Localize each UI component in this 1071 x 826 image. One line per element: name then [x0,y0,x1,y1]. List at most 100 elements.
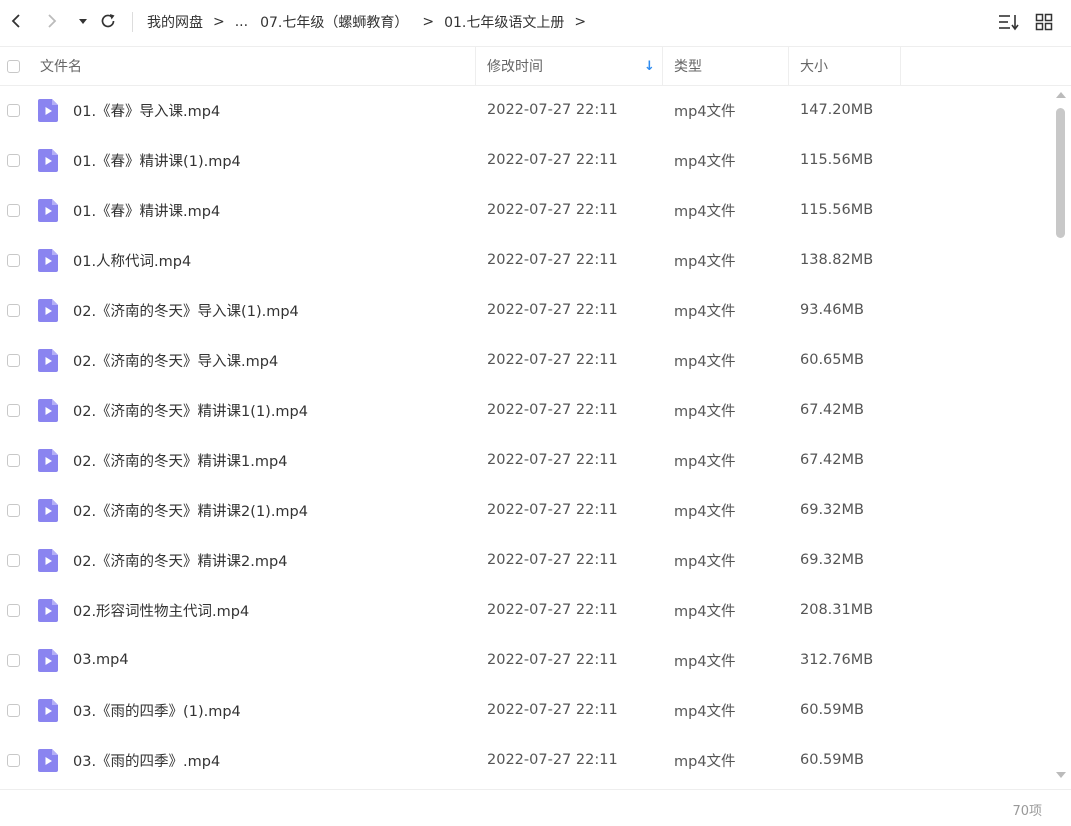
file-row[interactable]: 03.《雨的四季》.mp4 2022-07-27 22:11 mp4文件 60.… [0,735,1050,785]
file-size: 115.56MB [800,152,874,168]
breadcrumb-current-folder[interactable]: 01.七年级语文上册 [444,12,564,32]
file-row[interactable]: 03.mp4 2022-07-27 22:11 mp4文件 312.76MB [0,635,1050,685]
file-name[interactable]: 02.形容词性物主代词.mp4 [73,585,249,635]
row-checkbox[interactable] [7,585,20,635]
row-checkbox[interactable] [7,85,20,135]
checkbox-icon[interactable] [7,753,20,767]
vertical-scrollbar[interactable] [1053,88,1067,784]
file-row[interactable]: 01.《春》导入课.mp4 2022-07-27 22:11 mp4文件 147… [0,85,1050,135]
checkbox-icon[interactable] [7,253,20,267]
header-name[interactable]: 文件名 [40,47,475,85]
file-row[interactable]: 01.《春》精讲课(1).mp4 2022-07-27 22:11 mp4文件 … [0,135,1050,185]
file-name[interactable]: 03.《雨的四季》(1).mp4 [73,685,241,735]
video-file-icon [38,635,58,685]
video-file-icon [38,485,58,535]
file-type: mp4文件 [674,403,736,420]
breadcrumb-ellipsis[interactable]: ... [235,14,248,30]
file-name[interactable]: 02.《济南的冬天》精讲课2.mp4 [73,535,287,585]
row-checkbox[interactable] [7,685,20,735]
refresh-icon[interactable] [96,9,120,33]
video-file-icon [38,185,58,235]
checkbox-icon[interactable] [7,503,20,517]
checkbox-icon[interactable] [7,553,20,567]
row-checkbox[interactable] [7,335,20,385]
file-modified-time: 2022-07-27 22:11 [487,302,618,318]
breadcrumb-separator: > [213,14,225,30]
column-divider[interactable] [475,47,476,85]
header-size-label: 大小 [800,59,828,75]
file-name[interactable]: 01.《春》精讲课.mp4 [73,185,220,235]
checkbox-icon[interactable] [7,653,20,667]
select-all-checkbox[interactable] [7,47,20,85]
file-row[interactable]: 02.《济南的冬天》导入课.mp4 2022-07-27 22:11 mp4文件… [0,335,1050,385]
header-modified[interactable]: 修改时间 ↓ [487,47,662,85]
row-checkbox[interactable] [7,635,20,685]
checkbox-icon[interactable] [7,353,20,367]
file-modified-time: 2022-07-27 22:11 [487,252,618,268]
file-row[interactable]: 03.《雨的四季》(1).mp4 2022-07-27 22:11 mp4文件 … [0,685,1050,735]
file-name[interactable]: 02.《济南的冬天》精讲课1.mp4 [73,435,287,485]
checkbox-icon[interactable] [7,603,20,617]
column-divider[interactable] [900,47,901,85]
file-row[interactable]: 01.人称代词.mp4 2022-07-27 22:11 mp4文件 138.8… [0,235,1050,285]
header-size[interactable]: 大小 [800,47,900,85]
column-divider[interactable] [662,47,663,85]
file-row[interactable]: 02.《济南的冬天》精讲课1.mp4 2022-07-27 22:11 mp4文… [0,435,1050,485]
scroll-down-icon[interactable] [1056,772,1066,778]
video-file-icon [38,385,58,435]
file-modified-time: 2022-07-27 22:11 [487,602,618,618]
grid-view-icon[interactable] [1032,10,1056,34]
checkbox-icon[interactable] [7,453,20,467]
file-row[interactable]: 02.《济南的冬天》精讲课2.mp4 2022-07-27 22:11 mp4文… [0,535,1050,585]
file-size: 69.32MB [800,502,864,518]
file-modified-time: 2022-07-27 22:11 [487,752,618,768]
video-file-icon [38,135,58,185]
row-checkbox[interactable] [7,235,20,285]
row-checkbox[interactable] [7,535,20,585]
file-name[interactable]: 01.《春》导入课.mp4 [73,85,220,135]
checkbox-icon[interactable] [7,153,20,167]
row-checkbox[interactable] [7,385,20,435]
checkbox-icon[interactable] [7,203,20,217]
checkbox-icon[interactable] [7,703,20,717]
file-name[interactable]: 03.mp4 [73,635,129,685]
file-row[interactable]: 02.《济南的冬天》导入课(1).mp4 2022-07-27 22:11 mp… [0,285,1050,335]
checkbox-icon[interactable] [7,59,20,73]
file-row[interactable]: 02.形容词性物主代词.mp4 2022-07-27 22:11 mp4文件 2… [0,585,1050,635]
row-checkbox[interactable] [7,135,20,185]
file-row[interactable]: 01.《春》精讲课.mp4 2022-07-27 22:11 mp4文件 115… [0,185,1050,235]
sort-icon[interactable] [997,10,1021,34]
checkbox-icon[interactable] [7,303,20,317]
column-divider[interactable] [788,47,789,85]
file-name[interactable]: 01.《春》精讲课(1).mp4 [73,135,241,185]
checkbox-icon[interactable] [7,403,20,417]
history-dropdown-icon[interactable] [71,9,95,33]
file-name[interactable]: 02.《济南的冬天》导入课.mp4 [73,335,278,385]
file-modified-time: 2022-07-27 22:11 [487,202,618,218]
video-file-icon [38,535,58,585]
row-checkbox[interactable] [7,435,20,485]
scrollbar-thumb[interactable] [1056,108,1065,238]
file-type: mp4文件 [674,603,736,620]
file-name[interactable]: 03.《雨的四季》.mp4 [73,735,220,785]
row-checkbox[interactable] [7,735,20,785]
file-name[interactable]: 01.人称代词.mp4 [73,235,191,285]
file-name[interactable]: 02.《济南的冬天》精讲课2(1).mp4 [73,485,308,535]
file-size: 312.76MB [800,652,874,668]
row-checkbox[interactable] [7,285,20,335]
row-checkbox[interactable] [7,185,20,235]
file-row[interactable]: 02.《济南的冬天》精讲课1(1).mp4 2022-07-27 22:11 m… [0,385,1050,435]
header-type[interactable]: 类型 [674,47,788,85]
file-name[interactable]: 02.《济南的冬天》精讲课1(1).mp4 [73,385,308,435]
video-file-icon [38,85,58,135]
file-name[interactable]: 02.《济南的冬天》导入课(1).mp4 [73,285,299,335]
back-icon[interactable] [4,9,28,33]
breadcrumb-parent-folder[interactable]: 07.七年级（螺蛳教育） [260,12,408,32]
forward-icon[interactable] [40,9,64,33]
scroll-up-icon[interactable] [1056,92,1066,98]
file-row[interactable]: 02.《济南的冬天》精讲课2(1).mp4 2022-07-27 22:11 m… [0,485,1050,535]
checkbox-icon[interactable] [7,103,20,117]
file-size: 60.65MB [800,352,864,368]
row-checkbox[interactable] [7,485,20,535]
breadcrumb-root[interactable]: 我的网盘 [147,12,203,32]
